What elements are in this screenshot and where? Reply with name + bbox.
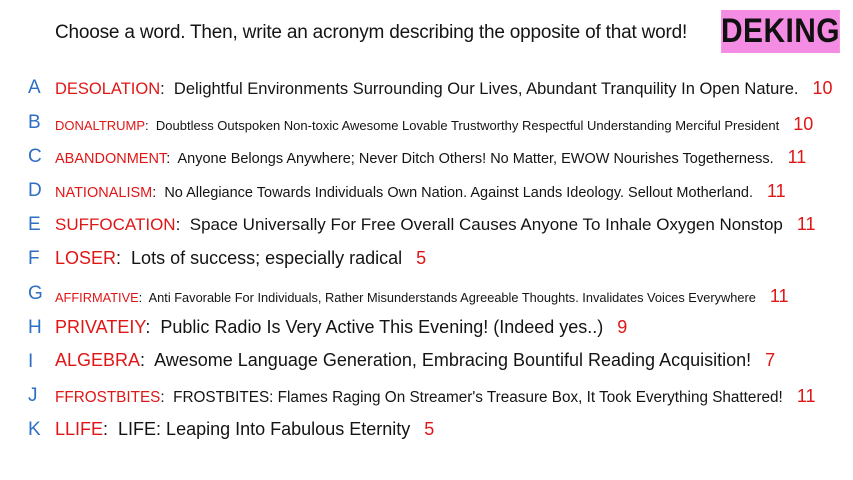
entry-definition: No Allegiance Towards Individuals Own Na…	[164, 185, 753, 201]
entry-score: 10	[812, 78, 833, 98]
entry-word: PRIVATEIY	[55, 317, 146, 337]
entry-letter: K	[28, 419, 41, 440]
entry-letter: B	[28, 112, 41, 133]
entry-score: 11	[796, 214, 816, 234]
entry-definition: FROSTBITES: Flames Raging On Streamer's …	[173, 389, 783, 406]
entry-definition: Doubtless Outspoken Non-toxic Awesome Lo…	[155, 118, 780, 133]
entry-content: DONALTRUMP: Doubtless Outspoken Non-toxi…	[55, 114, 814, 134]
entry-content: SUFFOCATION: Space Universally For Free …	[55, 214, 816, 234]
entry-word: ALGEBRA	[55, 350, 141, 370]
entry-letter: J	[28, 385, 38, 406]
entry-content: PRIVATEIY: Public Radio Is Very Active T…	[55, 317, 628, 337]
entry-score: 9	[617, 317, 628, 337]
entry-definition: Lots of success; especially radical	[131, 248, 403, 268]
entry-content: ALGEBRA: Awesome Language Generation, Em…	[55, 350, 776, 370]
entry-word: SUFFOCATION	[55, 215, 176, 234]
entry-definition: Delightful Environments Surrounding Our …	[173, 80, 799, 98]
entry-word: FFROSTBITES	[55, 389, 161, 406]
entry-letter: D	[28, 180, 42, 201]
entry-content: ABANDONMENT: Anyone Belongs Anywhere; Ne…	[55, 147, 807, 167]
entry-score: 5	[416, 248, 427, 268]
entry-word: LOSER	[55, 248, 117, 268]
entry-word: DESOLATION	[55, 80, 161, 98]
entry-letter: I	[28, 351, 34, 372]
entry-word: DONALTRUMP	[55, 118, 146, 133]
entry-letter: E	[28, 214, 41, 235]
entry-score: 11	[769, 286, 789, 306]
entry-content: LLIFE: LIFE: Leaping Into Fabulous Etern…	[55, 419, 435, 439]
entry-content: DESOLATION: Delightful Environments Surr…	[55, 78, 833, 98]
entry-word: LLIFE	[55, 419, 104, 439]
entry-letter: A	[28, 77, 41, 98]
entry-definition: Anti Favorable For Individuals, Rather M…	[148, 290, 756, 305]
entry-score: 11	[796, 386, 816, 406]
entry-definition: Space Universally For Free Overall Cause…	[189, 215, 783, 234]
entry-definition: Public Radio Is Very Active This Evening…	[160, 317, 604, 337]
entry-letter: C	[28, 146, 42, 167]
entry-content: AFFIRMATIVE: Anti Favorable For Individu…	[55, 286, 789, 306]
entry-content: NATIONALISM: No Allegiance Towards Indiv…	[55, 181, 786, 201]
entry-score: 11	[767, 181, 786, 201]
entry-word: NATIONALISM	[55, 185, 153, 201]
entry-content: FFROSTBITES: FROSTBITES: Flames Raging O…	[55, 386, 816, 406]
entry-word: ABANDONMENT	[55, 151, 167, 167]
entry-definition: Anyone Belongs Anywhere; Never Ditch Oth…	[177, 151, 774, 167]
entry-score: 10	[793, 114, 814, 134]
entry-letter: H	[28, 317, 42, 338]
entry-word: AFFIRMATIVE	[55, 290, 139, 305]
deking-badge: DEKING	[721, 10, 840, 53]
prompt-text: Choose a word. Then, write an acronym de…	[55, 22, 688, 43]
entry-definition: Awesome Language Generation, Embracing B…	[154, 350, 752, 370]
entry-letter: G	[28, 283, 43, 304]
entry-letter: F	[28, 248, 40, 269]
entry-score: 5	[424, 419, 435, 439]
entry-definition: LIFE: Leaping Into Fabulous Eternity	[118, 419, 411, 439]
entry-content: LOSER: Lots of success; especially radic…	[55, 248, 427, 268]
entry-score: 11	[787, 147, 807, 167]
entry-score: 7	[765, 350, 776, 370]
